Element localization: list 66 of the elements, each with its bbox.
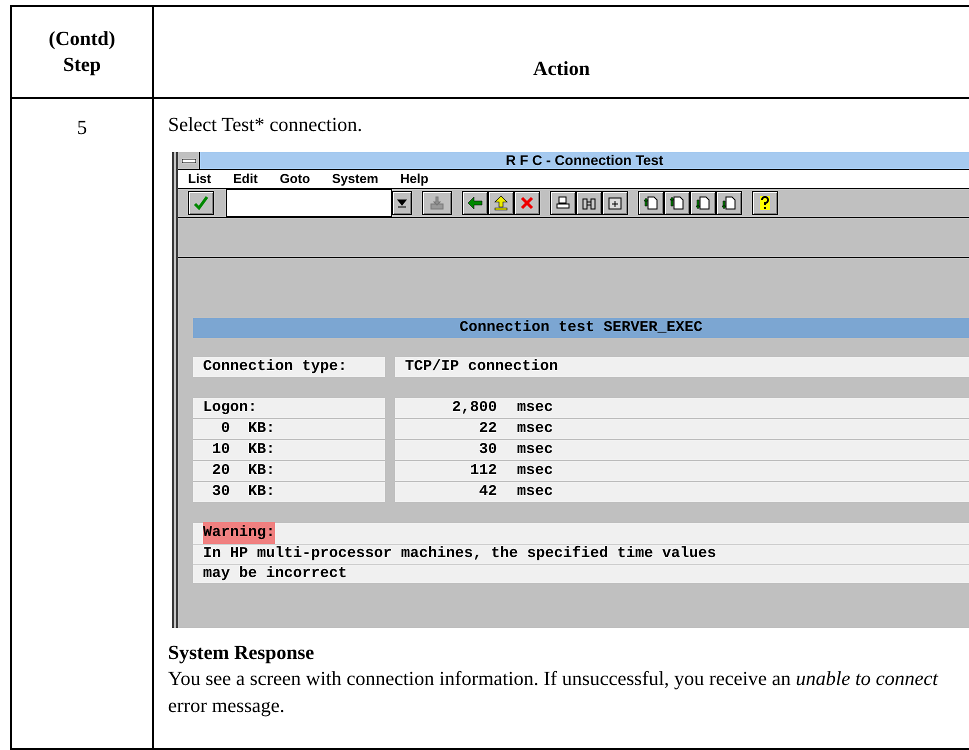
system-menu-button[interactable]: [178, 152, 200, 169]
list-title: Connection test SERVER_EXEC: [193, 318, 969, 338]
menu-item[interactable]: List: [188, 169, 212, 189]
timing-unit: msec: [517, 398, 554, 418]
next-page-button[interactable]: [690, 191, 716, 215]
size-unit: KB:: [248, 440, 276, 460]
size-value: 20: [210, 460, 230, 481]
question-mark-icon: [757, 195, 773, 211]
timing-unit: msec: [517, 482, 554, 502]
size-unit: KB:: [248, 482, 276, 502]
back-button[interactable]: [462, 191, 488, 215]
menu-item[interactable]: Edit: [233, 169, 258, 189]
timing-unit: msec: [517, 460, 554, 481]
minus-icon: [182, 158, 196, 162]
checkmark-icon: [193, 195, 209, 211]
size-value: 10: [210, 440, 230, 460]
printer-icon: [555, 195, 571, 211]
page-up-down-icon: [643, 195, 659, 211]
up-button[interactable]: [488, 191, 514, 215]
timing-value: 112: [468, 460, 497, 481]
timing-value: 42: [478, 482, 497, 502]
menu-item[interactable]: Help: [400, 169, 428, 189]
warning-label: Warning:: [203, 522, 276, 544]
page-up-icon: [669, 195, 685, 211]
last-page-button[interactable]: [716, 191, 742, 215]
field-value: TCP/IP connection: [395, 357, 969, 377]
field-label: Connection type:: [193, 357, 385, 377]
page-down-icon: [695, 195, 711, 211]
warning-text: In HP multi-processor machines, the specified time values: [193, 544, 969, 563]
dropdown-button[interactable]: [392, 191, 412, 215]
previous-page-button[interactable]: [664, 191, 690, 215]
window-title: R F C - Connection Test: [506, 152, 664, 169]
help-button[interactable]: [752, 191, 778, 215]
left-arrow-icon: [467, 195, 483, 211]
timing-value: 22: [478, 418, 497, 439]
print-button[interactable]: [550, 191, 576, 215]
menu-item[interactable]: System: [332, 169, 378, 189]
timing-unit: msec: [517, 418, 554, 439]
page-down-up-icon: [721, 195, 737, 211]
find-next-button[interactable]: [602, 191, 628, 215]
column-header: (Contd) Step: [48, 27, 116, 78]
size-unit: KB:: [248, 460, 276, 481]
warning-text: may be incorrect: [193, 564, 969, 583]
size-value: 30: [210, 482, 230, 502]
find-button[interactable]: [576, 191, 602, 215]
timing-label: Logon:: [193, 398, 385, 418]
timing-unit: msec: [517, 440, 554, 460]
command-field[interactable]: [226, 189, 392, 217]
column-header: Action: [533, 57, 590, 82]
response-text: You see a screen with connection information. If unsuccessful, you receive an unable to connect error message.: [168, 667, 940, 719]
tray-icon: [429, 195, 445, 211]
instruction-text: Select Test* connection.: [168, 113, 364, 138]
first-page-button[interactable]: [638, 191, 664, 215]
confirm-button[interactable]: [188, 191, 214, 215]
save-button[interactable]: [422, 191, 452, 215]
response-heading: System Response: [168, 641, 316, 666]
step-number: 5: [77, 116, 87, 141]
size-value: 0: [220, 418, 230, 439]
binoculars-plus-icon: [607, 195, 623, 211]
up-arrow-icon: [493, 195, 509, 211]
cancel-button[interactable]: [514, 191, 540, 215]
close-icon: [519, 195, 535, 211]
timing-value: 30: [478, 440, 497, 460]
size-unit: KB:: [248, 418, 276, 439]
timing-value: 2,800: [450, 398, 497, 418]
menu-item[interactable]: Goto: [280, 169, 310, 189]
